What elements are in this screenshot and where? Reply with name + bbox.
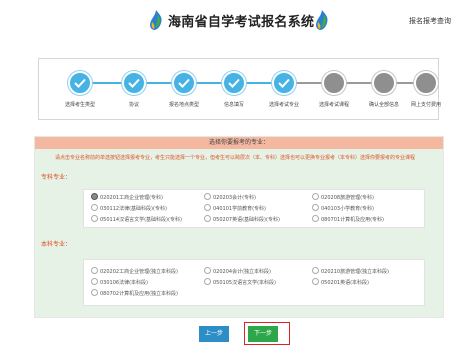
option-label: 050114汉语言文学(基础科段)(专科) [100, 217, 182, 223]
major-radio-option[interactable]: 020210旅游管理(独立本科段) [312, 267, 389, 275]
step-label: 报名地点类型 [168, 102, 199, 108]
radio-button[interactable] [312, 204, 319, 211]
site-title: 海南省自学考试报名系统 [168, 15, 315, 30]
check-icon [272, 71, 296, 95]
radio-button[interactable] [91, 267, 98, 274]
major-radio-option[interactable]: 080701计算机及应用(专科) [312, 215, 384, 223]
step-choose-candidate-type: 选择考生类型 [56, 71, 104, 108]
option-label: 020204会计(独立本科段) [213, 269, 271, 275]
radio-button[interactable] [91, 278, 98, 285]
check-icon [122, 71, 146, 95]
prev-step-button[interactable]: 上一步 [199, 326, 229, 342]
pending-step-icon [414, 71, 438, 95]
radio-button[interactable] [312, 267, 319, 274]
step-label: 网上支付费用 [410, 102, 441, 108]
option-label: 080702计算机及应用(独立本科段) [100, 291, 178, 297]
option-label: 020203会计(专科) [213, 195, 256, 201]
major-selection-panel: 选择你要报考的专业： 请点击专业名称前的单选按钮选择报考专业，考生只能选择一个专… [34, 136, 444, 318]
option-label: 040103小学教育(专科) [321, 206, 374, 212]
option-label: 050105汉语言文学(本科段) [213, 280, 276, 286]
step-label: 选择考生类型 [64, 102, 95, 108]
check-icon [172, 71, 196, 95]
radio-button[interactable] [204, 215, 211, 222]
major-radio-option[interactable]: 020208旅游管理(专科) [312, 193, 374, 201]
major-radio-option[interactable]: 080702计算机及应用(独立本科段) [91, 289, 178, 297]
next-button-highlight [244, 322, 290, 345]
radio-button[interactable] [204, 193, 211, 200]
step-info-entry: 信息填写 [210, 71, 258, 108]
notice-text: 请点击专业名称前的单选按钮选择报考专业，考生只能选择一个专业，但考生可以跨层次（… [55, 155, 416, 161]
step-label: 协议 [128, 102, 139, 108]
major-radio-option[interactable]: 020204会计(独立本科段) [204, 267, 271, 275]
radio-button[interactable] [91, 289, 98, 296]
query-link[interactable]: 报名报考查询 [409, 16, 451, 26]
major-radio-option[interactable]: 030106法律(本科段) [91, 278, 148, 286]
major-radio-option[interactable]: 050105汉语言文学(本科段) [204, 278, 276, 286]
major-radio-option[interactable]: 050114汉语言文学(基础科段)(专科) [91, 215, 182, 223]
step-choose-major: 选择考试专业 [260, 71, 308, 108]
flame-logo-icon [146, 9, 166, 31]
option-label: 020202工商企业管理(独立本科段) [100, 269, 178, 275]
panel-title: 选择你要报考的专业： [35, 137, 443, 149]
step-label: 确认全部信息 [368, 102, 399, 108]
step-confirm-info: 确认全部信息 [360, 71, 408, 108]
step-online-payment: 网上支付费用 [402, 71, 450, 108]
step-label: 选择考试课程 [318, 102, 349, 108]
step-location-type: 报名地点类型 [160, 71, 208, 108]
major-radio-option[interactable]: 040101学前教育(专科) [204, 204, 266, 212]
radio-button[interactable] [204, 267, 211, 274]
pending-step-icon [372, 71, 396, 95]
check-icon [68, 71, 92, 95]
radio-button[interactable] [204, 204, 211, 211]
option-label: 030106法律(本科段) [100, 280, 148, 286]
radio-button[interactable] [91, 193, 98, 200]
step-agreement: 协议 [110, 71, 158, 108]
radio-button[interactable] [312, 215, 319, 222]
radio-button[interactable] [204, 278, 211, 285]
radio-button[interactable] [91, 215, 98, 222]
progress-steps: 选择考生类型 协议 报名地点类型 信息填写 选择考试专业 选择考试课程 确认全部… [38, 58, 441, 120]
panel-body: 请点击专业名称前的单选按钮选择报考专业，考生只能选择一个专业，但考生可以跨层次（… [35, 149, 443, 317]
step-choose-courses: 选择考试课程 [310, 71, 358, 108]
site-header: 海南省自学考试报名系统 报名报考查询 [0, 0, 475, 44]
section-label-undergraduate: 本科专业： [41, 241, 72, 248]
major-radio-option[interactable]: 040103小学教育(专科) [312, 204, 374, 212]
step-label: 信息填写 [223, 102, 244, 108]
option-label: 040101学前教育(专科) [213, 206, 266, 212]
flame-logo-icon [312, 9, 332, 31]
radio-button[interactable] [91, 204, 98, 211]
radio-button[interactable] [312, 278, 319, 285]
option-label: 050207英语(基础科段)(专科) [213, 217, 280, 223]
option-label: 020210旅游管理(独立本科段) [321, 269, 389, 275]
option-label: 020208旅游管理(专科) [321, 195, 374, 201]
major-radio-option[interactable]: 020202工商企业管理(独立本科段) [91, 267, 178, 275]
option-label: 020201工商企业管理(专科) [100, 195, 163, 201]
radio-button[interactable] [312, 193, 319, 200]
major-radio-option[interactable]: 050201英语(本科段) [312, 278, 369, 286]
junior-college-options: 020201工商企业管理(专科) 020203会计(专科) 020208旅游管理… [83, 189, 425, 228]
major-radio-option[interactable]: 030112法律(基础科段)(专科) [91, 204, 167, 212]
major-radio-option[interactable]: 020201工商企业管理(专科) [91, 193, 163, 201]
pending-step-icon [322, 71, 346, 95]
step-label: 选择考试专业 [268, 102, 299, 108]
option-label: 030112法律(基础科段)(专科) [100, 206, 167, 212]
section-label-junior-college: 专科专业： [41, 174, 72, 181]
option-label: 050201英语(本科段) [321, 280, 369, 286]
check-icon [222, 71, 246, 95]
option-label: 080701计算机及应用(专科) [321, 217, 384, 223]
major-radio-option[interactable]: 020203会计(专科) [204, 193, 256, 201]
major-radio-option[interactable]: 050207英语(基础科段)(专科) [204, 215, 280, 223]
undergraduate-options: 020202工商企业管理(独立本科段) 020204会计(独立本科段) 0202… [83, 259, 425, 306]
